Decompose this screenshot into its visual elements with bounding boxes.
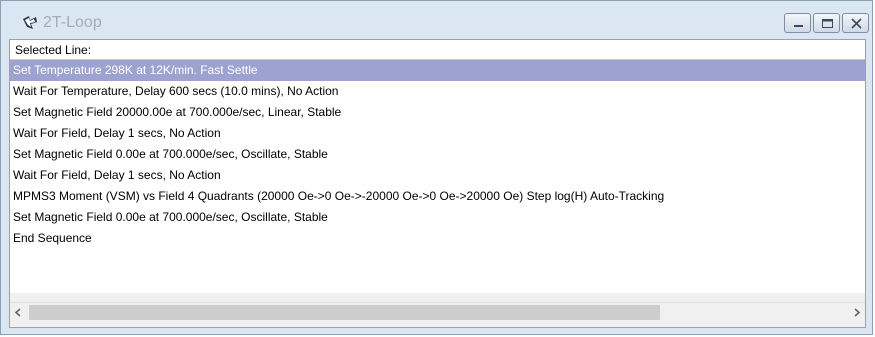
sequence-list[interactable]: Set Temperature 298K at 12K/min. Fast Se…	[10, 60, 865, 293]
maximize-icon	[822, 19, 833, 28]
chevron-left-icon	[14, 308, 21, 317]
sequence-line[interactable]: Set Temperature 298K at 12K/min. Fast Se…	[10, 60, 865, 81]
window-title: 2T-Loop	[43, 14, 102, 31]
sequence-line[interactable]: Set Magnetic Field 0.00e at 700.000e/sec…	[10, 144, 865, 165]
close-button[interactable]	[842, 13, 869, 33]
sequence-panel: Selected Line: Set Temperature 298K at 1…	[9, 39, 866, 328]
minimize-icon	[794, 25, 803, 27]
sequence-line[interactable]: Wait For Temperature, Delay 600 secs (10…	[10, 81, 865, 102]
chevron-right-icon	[854, 308, 861, 317]
horizontal-scrollbar[interactable]	[10, 302, 865, 322]
minimize-button[interactable]	[784, 13, 811, 33]
sequence-line[interactable]: Wait For Field, Delay 1 secs, No Action	[10, 165, 865, 186]
sequence-app-icon[interactable]	[21, 14, 39, 32]
close-icon	[851, 18, 862, 29]
scroll-right-button[interactable]	[848, 303, 865, 322]
sequence-line[interactable]: Set Magnetic Field 20000.00e at 700.000e…	[10, 102, 865, 123]
scroll-thumb[interactable]	[29, 305, 660, 320]
scroll-left-button[interactable]	[10, 303, 27, 322]
sequence-line[interactable]: End Sequence	[10, 228, 865, 249]
sequence-window: 2T-Loop Selected Line: Set Temperature 2…	[0, 0, 873, 335]
sequence-line[interactable]: Set Magnetic Field 0.00e at 700.000e/sec…	[10, 207, 865, 228]
selected-line-header: Selected Line:	[10, 40, 865, 60]
sequence-line[interactable]: MPMS3 Moment (VSM) vs Field 4 Quadrants …	[10, 186, 865, 207]
sequence-line[interactable]: Wait For Field, Delay 1 secs, No Action	[10, 123, 865, 144]
maximize-button[interactable]	[813, 13, 840, 33]
